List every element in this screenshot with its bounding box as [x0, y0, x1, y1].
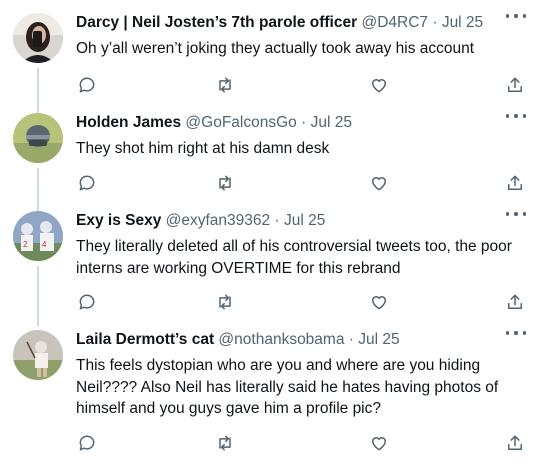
user-handle[interactable]: @GoFalconsGo — [185, 114, 296, 131]
separator: · — [348, 331, 354, 348]
share-icon[interactable] — [504, 74, 526, 96]
timestamp[interactable]: Jul 25 — [311, 114, 352, 131]
share-icon[interactable] — [504, 172, 526, 194]
like-icon[interactable] — [368, 172, 390, 194]
more-icon[interactable] — [506, 207, 526, 221]
separator: · — [301, 114, 307, 131]
avatar[interactable]: 2 4 — [13, 211, 63, 261]
thread-line — [37, 68, 39, 114]
user-handle[interactable]: @nothanksobama — [218, 331, 344, 348]
tweet-header: Holden James @GoFalconsGo · Jul 25 — [76, 113, 526, 133]
retweet-icon[interactable] — [214, 172, 236, 194]
tweet-text: Oh y’all weren’t joking they actually to… — [76, 40, 475, 57]
share-icon[interactable] — [504, 432, 526, 454]
tweet-actions — [76, 172, 528, 194]
reply-icon[interactable] — [76, 432, 98, 454]
tweet-header: Laila Dermott’s cat @nothanksobama · Jul… — [76, 330, 526, 350]
user-handle[interactable]: @D4RC7 — [361, 14, 428, 31]
retweet-icon[interactable] — [214, 74, 236, 96]
tweet-text: They literally deleted all of his contro… — [76, 238, 512, 277]
tweet-actions — [76, 291, 528, 313]
separator: · — [274, 212, 280, 229]
reply-icon[interactable] — [76, 74, 98, 96]
thread-line — [37, 266, 39, 326]
user-handle[interactable]: @exyfan39362 — [166, 212, 271, 229]
svg-text:2: 2 — [23, 240, 28, 249]
display-name[interactable]: Holden James — [76, 114, 181, 131]
timestamp[interactable]: Jul 25 — [284, 212, 325, 229]
more-icon[interactable] — [506, 326, 526, 340]
like-icon[interactable] — [368, 432, 390, 454]
timestamp[interactable]: Jul 25 — [358, 331, 399, 348]
more-icon[interactable] — [506, 109, 526, 123]
reply-icon[interactable] — [76, 291, 98, 313]
more-icon[interactable] — [506, 9, 526, 23]
avatar[interactable] — [13, 13, 63, 63]
tweet-text: This feels dystopian who are you and whe… — [76, 357, 499, 417]
display-name[interactable]: Exy is Sexy — [76, 212, 161, 229]
thread-line — [37, 168, 39, 212]
avatar[interactable] — [13, 113, 63, 163]
tweet-header: Exy is Sexy @exyfan39362 · Jul 25 — [76, 211, 526, 231]
like-icon[interactable] — [368, 291, 390, 313]
retweet-icon[interactable] — [214, 291, 236, 313]
separator: · — [432, 14, 438, 31]
display-name[interactable]: Laila Dermott’s cat — [76, 331, 214, 348]
reply-icon[interactable] — [76, 172, 98, 194]
timestamp[interactable]: Jul 25 — [442, 14, 483, 31]
avatar[interactable] — [13, 330, 63, 380]
tweet-actions — [76, 74, 528, 96]
retweet-icon[interactable] — [214, 432, 236, 454]
svg-text:4: 4 — [42, 240, 47, 249]
tweet-actions — [76, 432, 528, 454]
tweet-text: They shot him right at his damn desk — [76, 140, 330, 157]
tweet-header: Darcy | Neil Josten’s 7th parole officer… — [76, 13, 526, 33]
share-icon[interactable] — [504, 291, 526, 313]
like-icon[interactable] — [368, 74, 390, 96]
display-name[interactable]: Darcy | Neil Josten’s 7th parole officer — [76, 14, 357, 31]
